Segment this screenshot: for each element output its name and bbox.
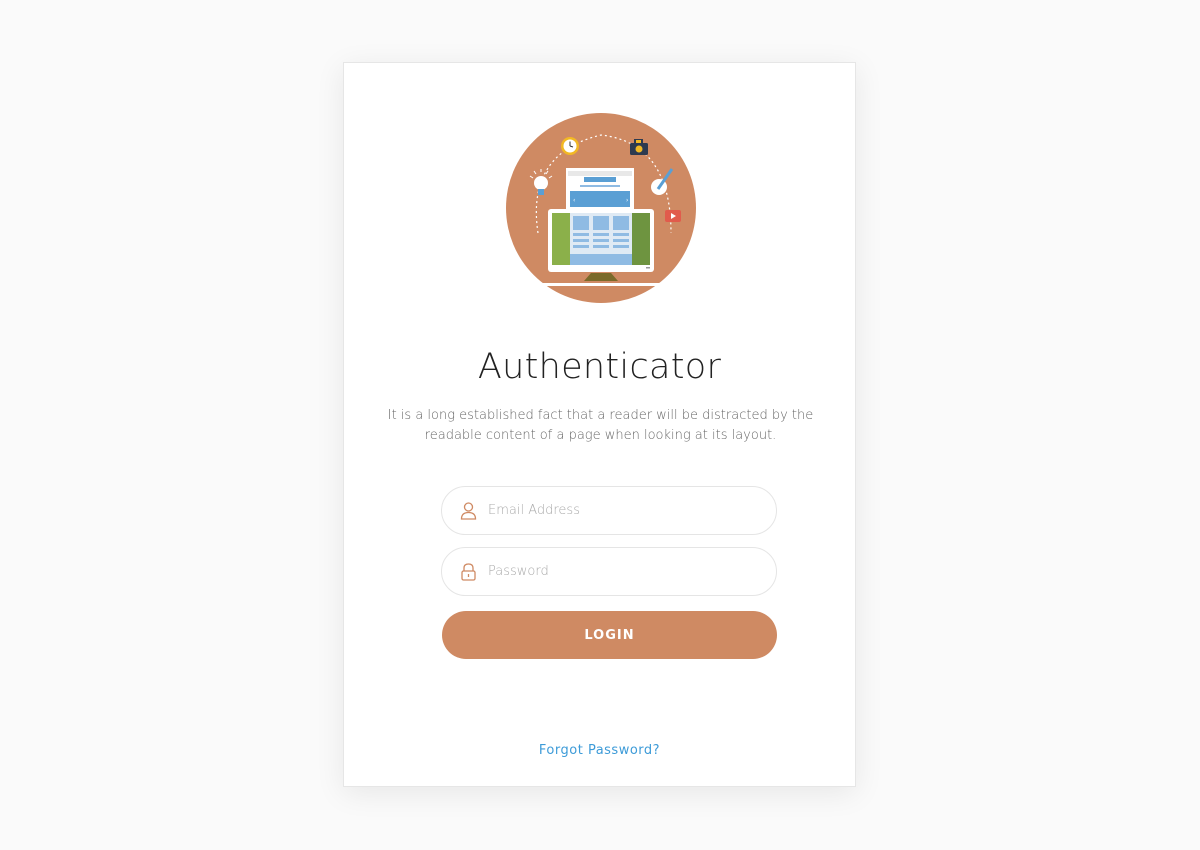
user-icon	[460, 502, 477, 520]
password-field[interactable]	[441, 547, 777, 596]
lock-icon	[461, 563, 476, 581]
login-button[interactable]: LOGIN	[442, 611, 777, 659]
page-description: It is a long established fact that a rea…	[387, 408, 814, 443]
website-design-illustration: ‹ ›	[506, 113, 696, 303]
login-card: ‹ › Authenticator It is a long establish…	[343, 62, 856, 787]
svg-text:›: ›	[626, 197, 628, 204]
password-input[interactable]	[488, 548, 758, 595]
svg-text:‹: ‹	[573, 197, 575, 204]
email-field[interactable]	[441, 486, 777, 535]
page-title: Authenticator	[477, 347, 722, 387]
forgot-password-link[interactable]: Forgot Password?	[344, 743, 855, 758]
email-input[interactable]	[488, 487, 758, 534]
